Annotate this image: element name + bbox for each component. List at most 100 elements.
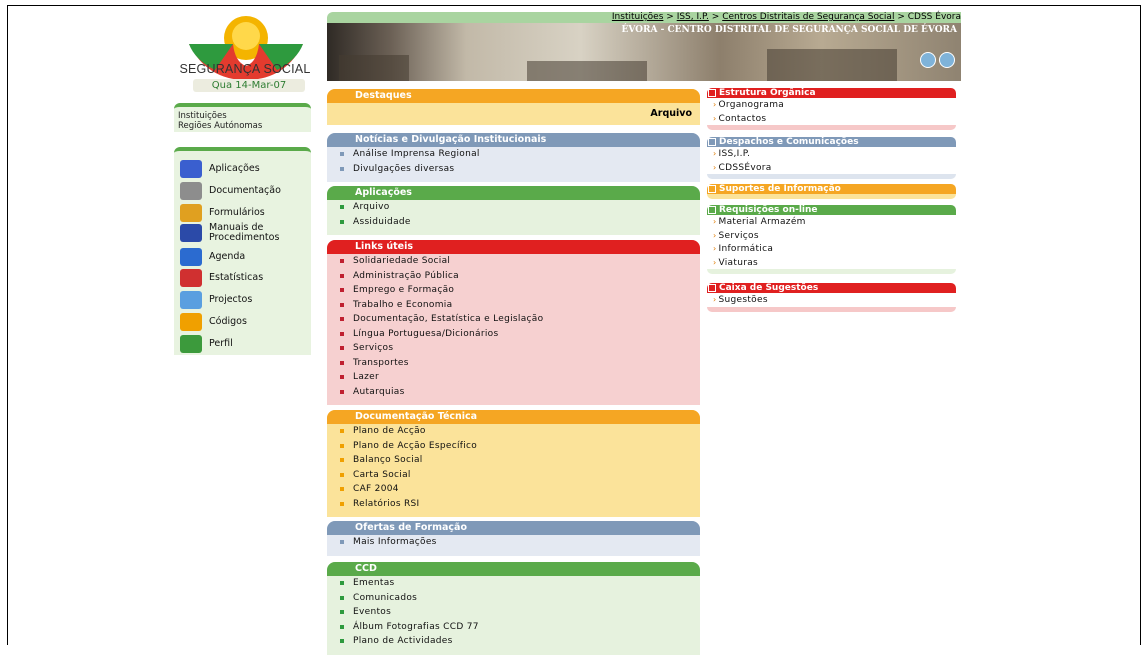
panel-title: Links úteis [327,240,700,254]
applications-icon [180,160,202,178]
box-link[interactable]: › Serviços [707,229,956,243]
box-link[interactable]: › Material Armazém [707,215,956,229]
panel-title: CCD [327,562,700,576]
panel-link[interactable]: Assiduidade [327,215,700,230]
breadcrumb-current: CDSS Évora [907,12,961,22]
banner-buttons [920,52,955,68]
panel-link[interactable]: Língua Portuguesa/Dicionários [327,327,700,342]
box-link-label: Organograma [718,100,785,110]
panel-link[interactable]: Trabalho e Economia [327,298,700,313]
box-requisicoes: Requisições on-line › Material Armazém › Ser… [707,205,956,274]
box-footer [707,306,956,312]
panel-link[interactable]: Transportes [327,356,700,371]
panel-title: Destaques [327,89,700,103]
sidebar-item-documentation[interactable]: Documentação [180,181,281,201]
box-link-label: Contactos [718,113,767,124]
panel-link[interactable]: Álbum Fotografias CCD 77 [327,620,700,635]
box-suportes: Suportes de Informação [707,184,956,199]
breadcrumb-iss[interactable]: ISS, I.P. [677,12,709,22]
panel-link[interactable]: Plano de Actividades [327,634,700,649]
panel-link[interactable]: Carta Social [327,468,700,483]
box-link[interactable]: › Informática [707,242,956,256]
box-despachos: Despachos e Comunicações › ISS,I.P. › CDSSÉv… [707,137,956,179]
sidebar-item-manuals[interactable]: Manuais de Procedimentos [180,223,279,243]
breadcrumb-instituicoes[interactable]: Instituições [612,12,664,22]
sidebar-item-agenda[interactable]: Agenda [180,247,245,267]
box-footer [707,174,956,179]
box-link[interactable]: › Organograma [707,98,956,112]
panel-link[interactable]: Plano de Acção Específico [327,439,700,454]
breadcrumb-centros[interactable]: Centros Distritais de Segurança Social [722,12,894,22]
panel-link[interactable]: Ementas [327,576,700,591]
box-link[interactable]: › ISS,I.P. [707,147,956,161]
box-footer [707,269,956,274]
panel-link[interactable]: Autarquias [327,385,700,400]
breadcrumb: Instituições > ISS, I.P. > Centros Distr… [327,12,961,23]
box-link-label: Sugestões [718,295,768,305]
box-link[interactable]: › CDSSÉvora [707,161,956,175]
panel-link[interactable]: Lazer [327,370,700,385]
sidebar-item-label: Aplicações [209,163,260,174]
box-link-label: Viaturas [718,257,759,268]
box-title[interactable]: Despachos e Comunicações [707,137,956,147]
archive-link[interactable]: Arquivo [327,103,700,125]
sidebar-item-label: Códigos [209,316,247,327]
panel-link[interactable]: Administração Pública [327,269,700,284]
arrow-icon: › [713,100,717,109]
box-link-label: Informática [718,244,774,254]
box-title[interactable]: Caixa de Sugestões [707,283,956,293]
breadcrumb-separator: > [897,12,905,22]
info-button[interactable] [939,52,955,68]
sidebar-item-codes[interactable]: Códigos [180,312,247,332]
box-title[interactable]: Estrutura Orgânica [707,88,956,98]
panel-link[interactable]: Análise Imprensa Regional [327,147,700,162]
sidebar-item-applications[interactable]: Aplicações [180,159,260,179]
box-link[interactable]: › Contactos [707,112,956,126]
sidebar-item-statistics[interactable]: Estatísticas [180,268,263,288]
box-footer [707,125,956,130]
logo-text: SEGURANÇA SOCIAL [179,62,311,76]
current-date: Qua 14-Mar-07 [193,79,305,92]
panel-link[interactable]: Plano de Acção [327,424,700,439]
sidebar-item-profile[interactable]: Perfil [180,334,233,354]
sidebar-item-projects[interactable]: Projectos [180,290,252,310]
panel-links: Links úteis Solidariedade Social Administr… [327,240,700,405]
panel-link[interactable]: Comunicados [327,591,700,606]
arrow-icon: › [713,113,717,123]
forms-icon [180,204,202,222]
arrow-icon: › [713,162,717,172]
panel-link[interactable]: Serviços [327,341,700,356]
panel-link[interactable]: Mais Informações [327,535,700,550]
panel-aplicacoes: Aplicações Arquivo Assiduidade [327,186,700,235]
box-title[interactable]: Requisições on-line [707,205,956,215]
institutions-box: Instituições Regiões Autónomas [174,103,311,132]
projects-icon [180,291,202,309]
panel-link[interactable]: Divulgações diversas [327,162,700,177]
panel-title: Aplicações [327,186,700,200]
agenda-icon [180,248,202,266]
panel-link[interactable]: Documentação, Estatística e Legislação [327,312,700,327]
box-link[interactable]: › Sugestões [707,293,956,307]
panel-link[interactable]: Balanço Social [327,453,700,468]
manuals-icon [180,224,202,242]
banner-photo-building [767,49,897,81]
panel-link[interactable]: Eventos [327,605,700,620]
panel-link[interactable]: CAF 2004 [327,482,700,497]
sidebar-item-label: Formulários [209,207,265,218]
sidebar-item-forms[interactable]: Formulários [180,203,265,223]
panel-link[interactable]: Solidariedade Social [327,254,700,269]
arrow-icon: › [713,244,717,253]
panel-link[interactable]: Relatórios RSI [327,497,700,512]
box-link[interactable]: › Viaturas [707,256,956,270]
home-button[interactable] [920,52,936,68]
applications-menu: Aplicações Documentação Formulários Manuais… [174,147,311,355]
panel-destaques: Destaques Arquivo [327,89,700,125]
institutions-link[interactable]: Instituições [178,111,311,121]
box-estrutura: Estrutura Orgânica › Organograma › Contactos [707,88,956,130]
banner-photo-building [339,55,409,81]
autonomous-regions-link[interactable]: Regiões Autónomas [178,121,311,131]
panel-link[interactable]: Arquivo [327,200,700,215]
panel-link[interactable]: Emprego e Formação [327,283,700,298]
box-title[interactable]: Suportes de Informação [707,184,956,194]
box-link-label: CDSSÉvora [718,162,772,173]
